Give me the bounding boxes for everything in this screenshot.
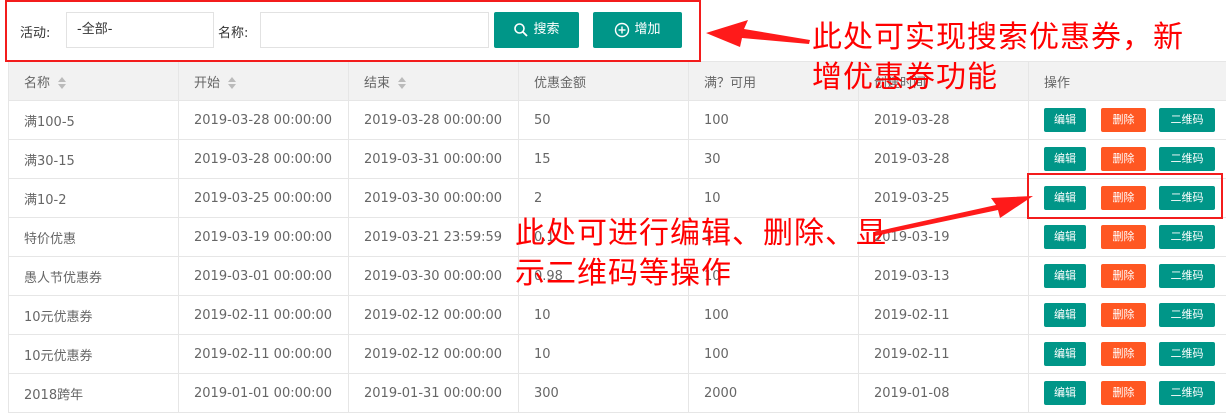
annotation-arrows: [706, 20, 1033, 236]
top-annotation-line1: 此处可实现搜索优惠券，新: [812, 20, 1184, 55]
arrow-icon: [874, 196, 1033, 236]
mid-annotation-line1: 此处可进行编辑、删除、显: [515, 216, 887, 251]
top-annotation-line2: 增优惠券功能: [812, 60, 998, 95]
mid-annotation-line2: 示二维码等操作: [515, 256, 732, 291]
arrow-icon: [706, 20, 810, 47]
